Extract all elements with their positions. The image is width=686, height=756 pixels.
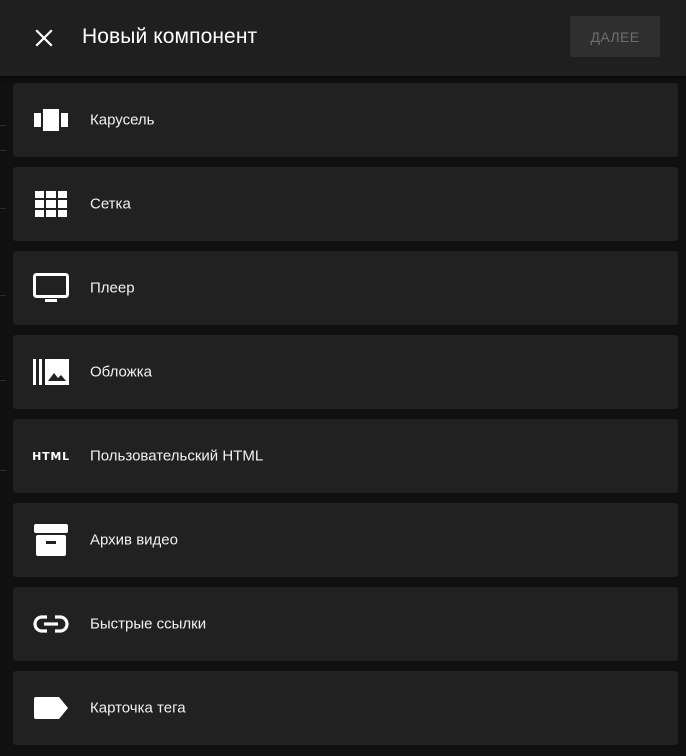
player-icon bbox=[33, 273, 69, 303]
component-item-label: Карточка тега bbox=[90, 699, 186, 717]
new-component-dialog: Новый компонент ДАЛЕЕ Карусель Сетка Пле… bbox=[0, 0, 686, 756]
component-item-label: Быстрые ссылки bbox=[90, 615, 207, 633]
dialog-title: Новый компонент bbox=[82, 25, 258, 48]
html-icon: HTML bbox=[27, 441, 75, 471]
dialog-header: Новый компонент ДАЛЕЕ bbox=[0, 0, 686, 76]
component-item-label: Обложка bbox=[90, 363, 152, 381]
component-list: Карусель Сетка Плеер Обложка HTML Пользо… bbox=[13, 83, 678, 755]
grid-icon bbox=[33, 189, 69, 219]
close-button[interactable] bbox=[28, 22, 60, 54]
link-icon bbox=[33, 609, 69, 639]
cover-icon bbox=[33, 357, 69, 387]
tag-icon bbox=[33, 693, 69, 723]
component-item-grid[interactable]: Сетка bbox=[13, 167, 678, 241]
close-icon bbox=[35, 29, 53, 47]
archive-icon bbox=[33, 524, 69, 556]
component-item-tag-card[interactable]: Карточка тега bbox=[13, 671, 678, 745]
next-button[interactable]: ДАЛЕЕ bbox=[570, 16, 660, 57]
component-item-carousel[interactable]: Карусель bbox=[13, 83, 678, 157]
html-icon-text: HTML bbox=[32, 449, 70, 463]
component-item-quick-links[interactable]: Быстрые ссылки bbox=[13, 587, 678, 661]
carousel-icon bbox=[33, 105, 69, 135]
component-item-label: Пользовательский HTML bbox=[90, 447, 264, 465]
component-item-cover[interactable]: Обложка bbox=[13, 335, 678, 409]
component-item-label: Плеер bbox=[90, 279, 135, 297]
component-item-label: Карусель bbox=[90, 111, 155, 129]
component-item-player[interactable]: Плеер bbox=[13, 251, 678, 325]
component-item-custom-html[interactable]: HTML Пользовательский HTML bbox=[13, 419, 678, 493]
component-item-label: Архив видео bbox=[90, 531, 178, 549]
component-item-video-archive[interactable]: Архив видео bbox=[13, 503, 678, 577]
component-item-label: Сетка bbox=[90, 195, 131, 213]
